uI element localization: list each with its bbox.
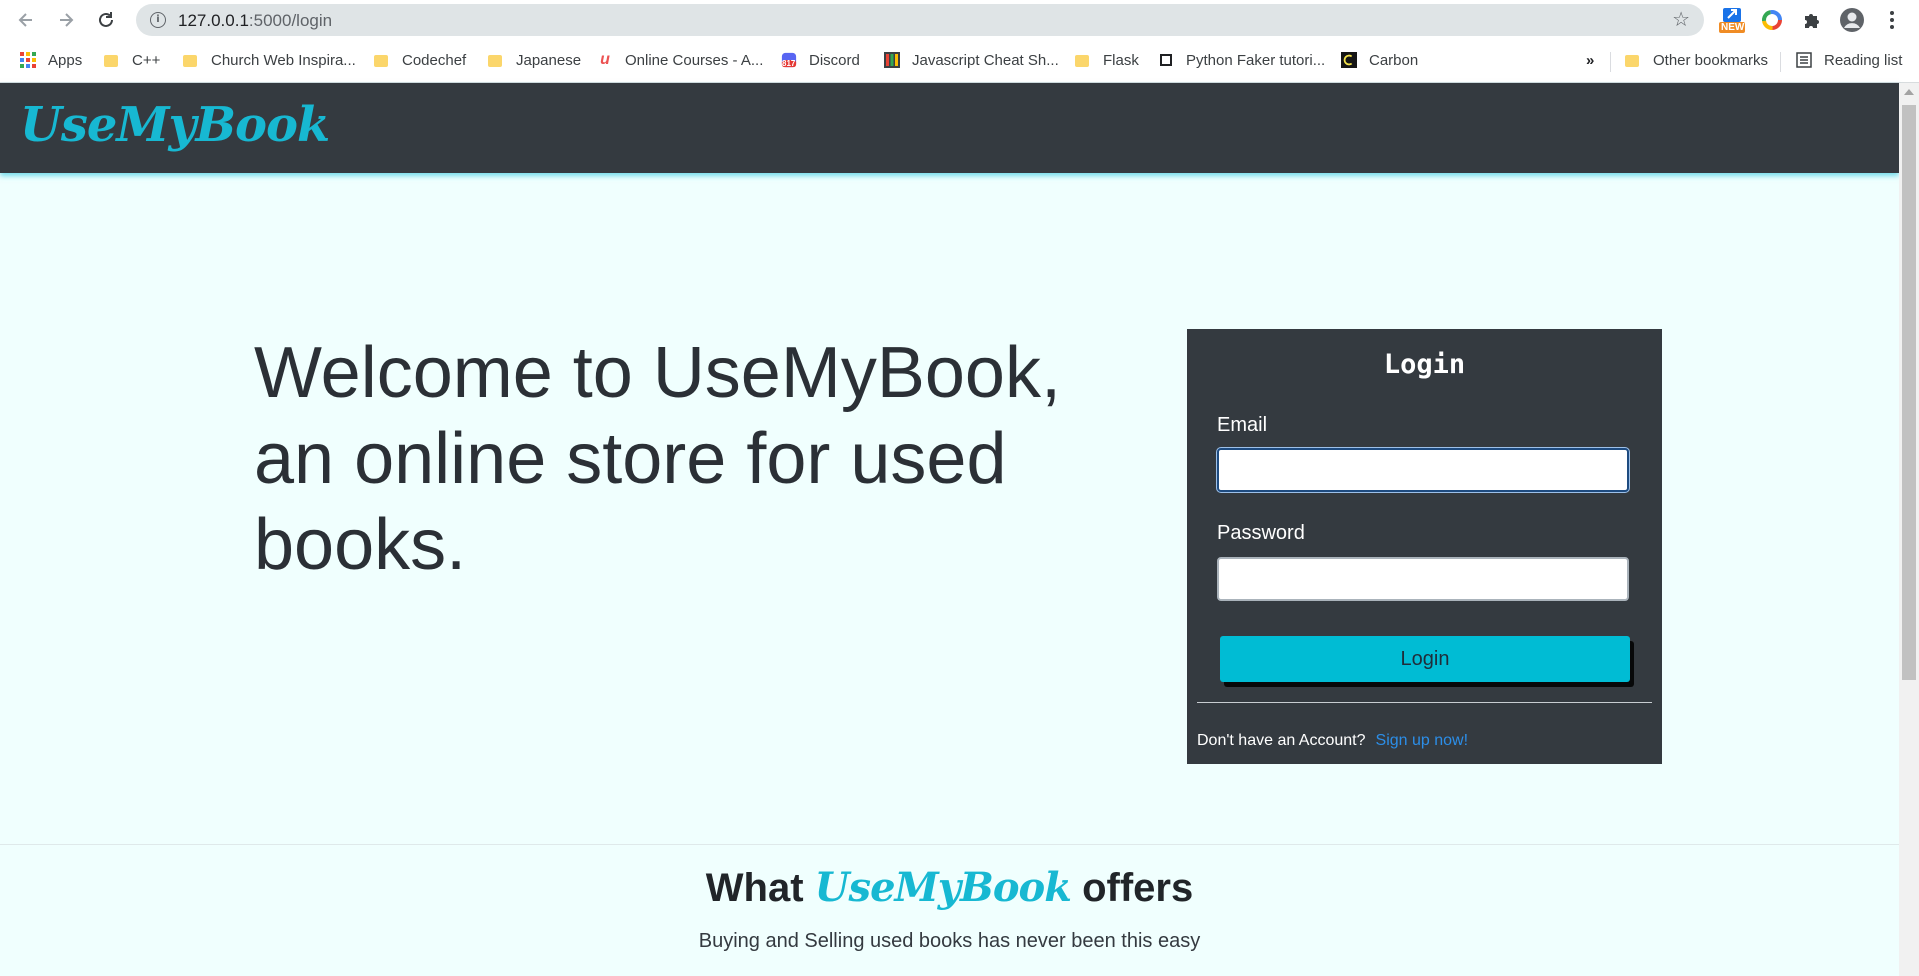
scroll-up-arrow-icon[interactable]	[1904, 89, 1914, 95]
bookmark-japanese[interactable]: Japanese	[488, 50, 581, 70]
address-bar[interactable]: i 127.0.0.1:5000/login ☆	[136, 4, 1704, 36]
bookmark-discord[interactable]: 817 Discord	[781, 50, 860, 70]
bookmarks-overflow-button[interactable]: »	[1586, 50, 1594, 70]
scrollbar-thumb[interactable]	[1902, 105, 1916, 680]
forward-arrow-icon[interactable]	[52, 6, 80, 34]
offers-heading: What UseMyBook offers	[705, 864, 1194, 911]
cheatsheet-icon	[884, 52, 900, 68]
reload-icon[interactable]	[92, 6, 120, 34]
bookmark-church-web[interactable]: Church Web Inspira...	[183, 50, 356, 70]
no-account-text: Don't have an Account?	[1197, 732, 1366, 749]
reading-list-icon	[1796, 52, 1812, 68]
offers-subtitle: Buying and Selling used books has never …	[698, 930, 1201, 952]
signup-row: Don't have an Account? Sign up now!	[1197, 732, 1468, 750]
login-title: Login	[1383, 349, 1466, 380]
section-divider	[0, 844, 1899, 845]
bookmark-online-courses[interactable]: u Online Courses - A...	[597, 50, 763, 70]
folder-icon	[1075, 55, 1089, 67]
welcome-heading: Welcome to UseMyBook, an online store fo…	[254, 333, 1061, 585]
bookmarks-bar: Apps C++ Church Web Inspira... Codechef …	[0, 40, 1919, 83]
password-label: Password	[1217, 522, 1305, 544]
bookmark-star-icon[interactable]: ☆	[1672, 7, 1690, 32]
bookmark-python-faker[interactable]: Python Faker tutori...	[1158, 50, 1325, 70]
color-ring-extension-icon[interactable]	[1758, 6, 1786, 34]
puzzle-extensions-icon[interactable]	[1798, 6, 1826, 34]
udemy-icon: u	[600, 51, 610, 68]
bookmark-cpp[interactable]: C++	[104, 50, 160, 70]
site-info-icon[interactable]: i	[150, 12, 166, 28]
new-badge: NEW	[1721, 22, 1745, 33]
site-navbar: UseMyBook	[0, 83, 1899, 173]
bookmark-codechef[interactable]: Codechef	[374, 50, 466, 70]
offers-brand: UseMyBook	[814, 864, 1072, 911]
bookmark-flask[interactable]: Flask	[1075, 50, 1139, 70]
folder-icon	[488, 55, 502, 67]
profile-avatar-icon[interactable]	[1838, 6, 1866, 34]
bookmarks-separator	[1610, 52, 1611, 72]
back-arrow-icon[interactable]	[12, 6, 40, 34]
browser-menu-icon[interactable]	[1878, 6, 1906, 34]
bookmark-apps[interactable]: Apps	[20, 50, 82, 70]
browser-toolbar: i 127.0.0.1:5000/login ☆ NEW	[0, 0, 1919, 40]
apps-grid-icon	[20, 52, 36, 68]
email-field[interactable]	[1217, 448, 1629, 492]
email-label: Email	[1217, 414, 1268, 436]
bookmark-carbon[interactable]: Carbon	[1341, 50, 1418, 70]
card-divider	[1197, 702, 1652, 703]
login-button[interactable]: Login	[1220, 636, 1630, 682]
page-scrollbar[interactable]	[1899, 83, 1919, 976]
bookmarks-separator	[1780, 52, 1781, 72]
page-icon	[1158, 52, 1174, 68]
signup-link[interactable]: Sign up now!	[1376, 732, 1469, 749]
folder-icon	[374, 55, 388, 67]
folder-icon	[1625, 55, 1639, 67]
reading-list-button[interactable]: Reading list	[1796, 50, 1902, 70]
password-field[interactable]	[1217, 557, 1629, 601]
folder-icon	[104, 55, 118, 67]
carbon-icon	[1341, 52, 1357, 68]
folder-icon	[183, 55, 197, 67]
bookmark-javascript-cheat[interactable]: Javascript Cheat Sh...	[884, 50, 1059, 70]
brand-logo[interactable]: UseMyBook	[20, 97, 330, 153]
bookmark-other-bookmarks[interactable]: Other bookmarks	[1625, 50, 1768, 70]
discord-icon: 817	[781, 52, 797, 68]
url-text: 127.0.0.1:5000/login	[178, 11, 333, 30]
extension-new-icon[interactable]: NEW	[1718, 6, 1746, 34]
login-card: Login Email Password Login Don't have an…	[1187, 329, 1662, 764]
discord-badge: 817	[782, 59, 796, 68]
